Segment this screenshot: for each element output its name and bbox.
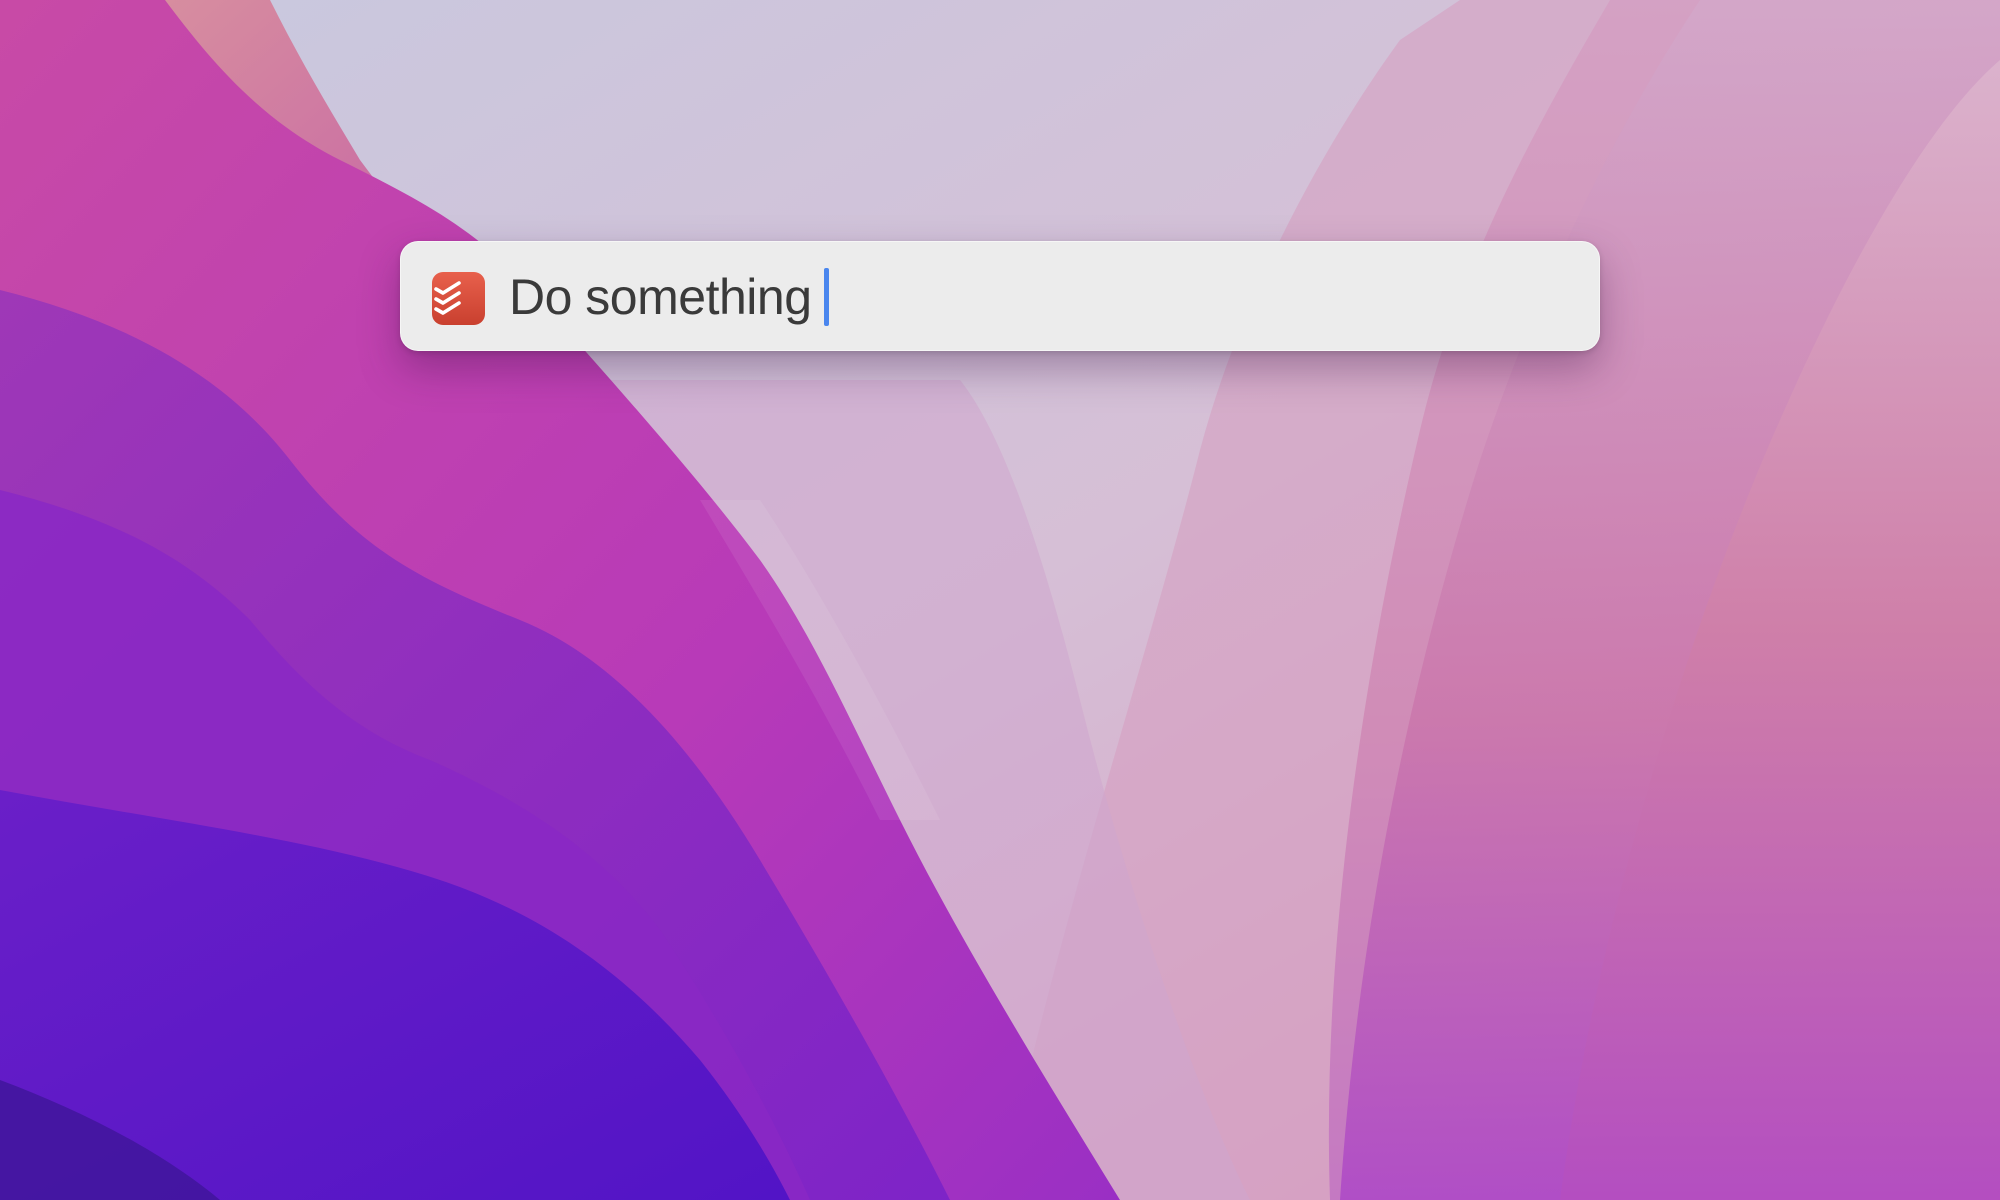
- task-input-text: Do something: [509, 269, 812, 325]
- quick-add-task-bar[interactable]: Do something: [400, 241, 1600, 351]
- desktop-wallpaper: [0, 0, 2000, 1200]
- todoist-icon: [432, 272, 485, 325]
- task-name-input[interactable]: Do something: [509, 264, 829, 330]
- text-caret: [823, 268, 829, 326]
